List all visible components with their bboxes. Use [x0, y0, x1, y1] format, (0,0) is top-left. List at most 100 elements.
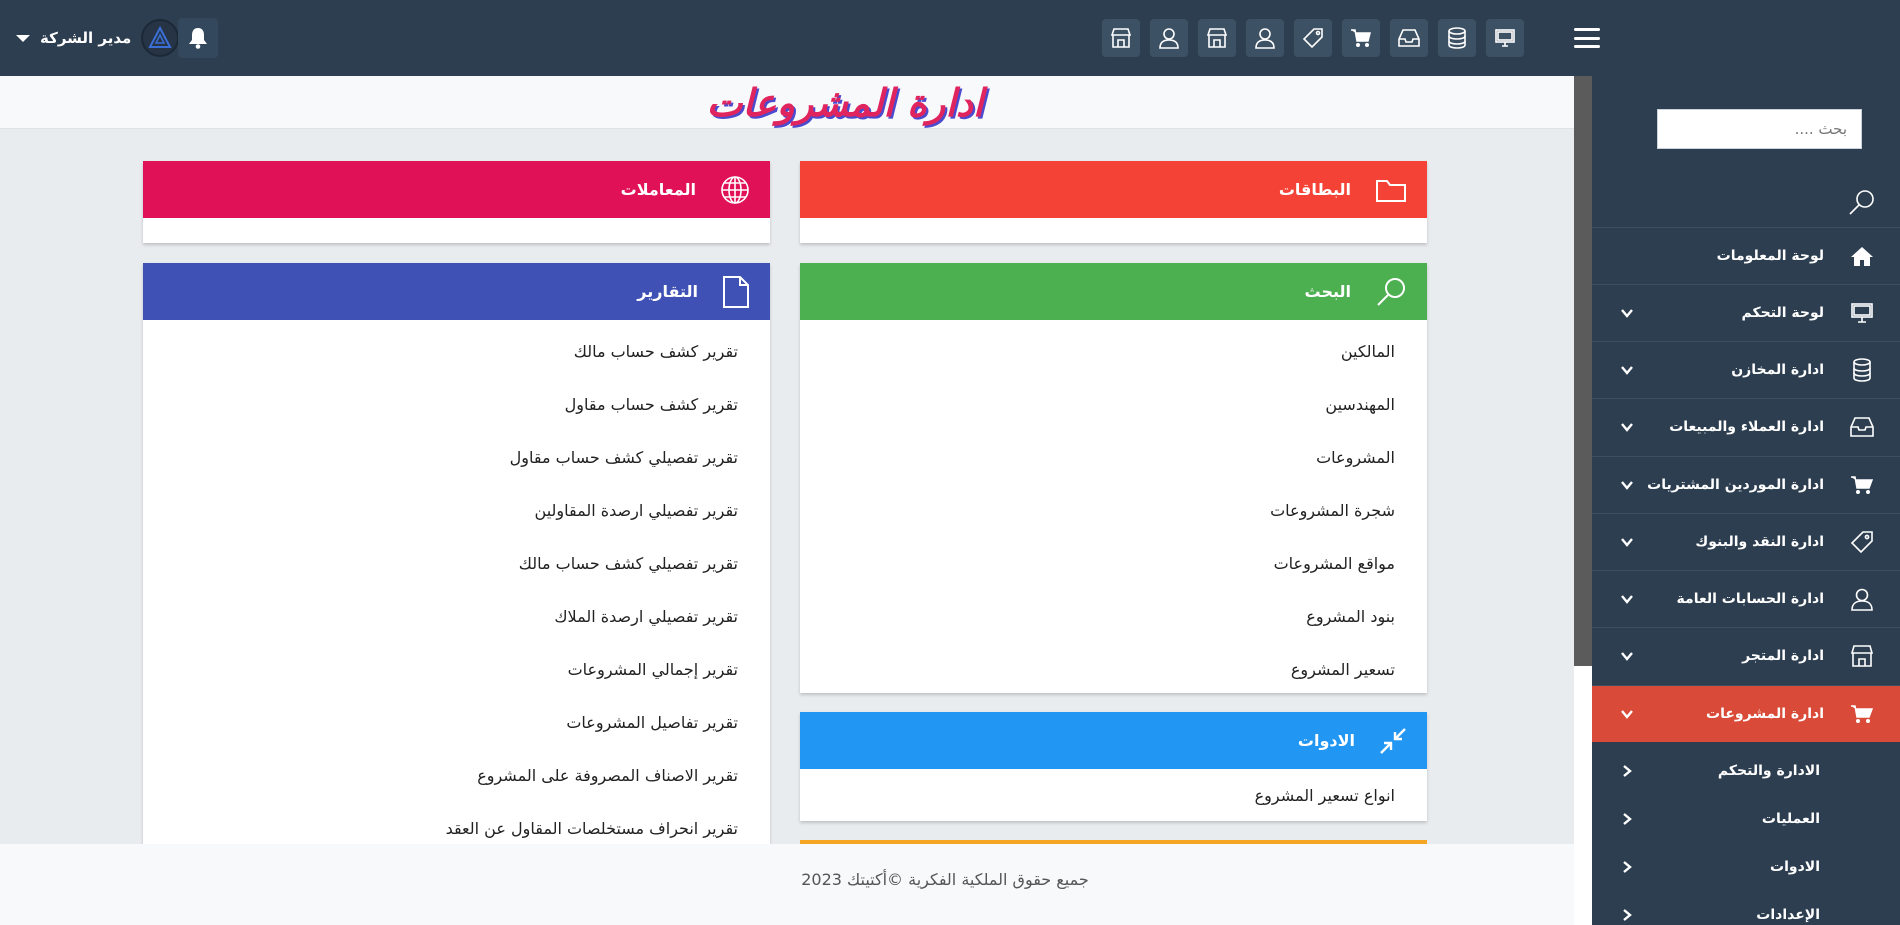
sidebar-item-label: ادارة الموردين المشتريات — [1647, 477, 1824, 493]
monitor-icon — [1495, 29, 1515, 47]
reports-panel-header[interactable]: التقارير — [143, 263, 770, 320]
sidebar-item-label: ادارة العملاء والمبيعات — [1669, 419, 1824, 435]
search-link-project-pricing[interactable]: تسعير المشروع — [800, 643, 1395, 693]
sidebar-item-customers-sales[interactable]: ادارة العملاء والمبيعات — [1592, 398, 1900, 455]
report-link[interactable]: تقرير كشف حساب مالك — [143, 325, 738, 378]
search-link-owners[interactable]: المالكين — [800, 325, 1395, 378]
document-icon — [723, 275, 749, 308]
page-title-bar: ادارة المشروعات — [0, 76, 1574, 129]
chevron-right-icon — [1623, 861, 1632, 873]
report-link[interactable]: تقرير إجمالي المشروعات — [143, 643, 738, 696]
toolbar-inbox-button[interactable] — [1390, 19, 1428, 57]
sidebar-item-label: ادارة الحسابات العامة — [1676, 591, 1824, 607]
sidebar-subitem-admin-control[interactable]: الادارة والتحكم — [1592, 747, 1900, 795]
sidebar-item-label: لوحة المعلومات — [1716, 248, 1824, 264]
sidebar-search-input[interactable] — [1657, 109, 1862, 149]
toolbar-store-button-2[interactable] — [1198, 19, 1236, 57]
report-link[interactable]: تقرير انحراف مستخلصات المقاول عن العقد — [143, 802, 738, 844]
avatar[interactable] — [141, 19, 180, 57]
reports-list: تقرير كشف حساب مالك تقرير كشف حساب مقاول… — [143, 320, 770, 844]
chevron-down-icon — [1621, 481, 1633, 490]
sidebar-subitem-label: الادوات — [1770, 859, 1820, 875]
folder-icon — [1376, 179, 1406, 202]
toolbar-user-button[interactable] — [1150, 19, 1188, 57]
content-scrollbar-thumb[interactable] — [1574, 76, 1592, 666]
search-panel-header[interactable]: البحث — [800, 263, 1427, 320]
sidebar-subitem-label: الإعدادات — [1756, 907, 1820, 923]
tag-icon — [1848, 528, 1876, 556]
chevron-down-icon — [1621, 309, 1633, 318]
transactions-panel-header[interactable]: المعاملات — [143, 161, 770, 218]
database-icon — [1848, 356, 1876, 384]
page-title: ادارة المشروعات — [706, 80, 984, 125]
cards-panel-header[interactable]: البطاقات — [800, 161, 1427, 218]
sidebar-item-general-accounts[interactable]: ادارة الحسابات العامة — [1592, 570, 1900, 627]
user-menu[interactable]: مدير الشركة — [16, 18, 180, 58]
sidebar-subitem-label: العمليات — [1761, 811, 1820, 827]
store-icon — [1206, 28, 1228, 48]
report-link[interactable]: تقرير كشف حساب مقاول — [143, 378, 738, 431]
search-icon — [1377, 277, 1405, 306]
tag-icon — [1302, 28, 1323, 49]
report-link[interactable]: تقرير تفصيلي كشف حساب مالك — [143, 537, 738, 590]
store-icon — [1848, 642, 1876, 670]
tools-panel-header[interactable]: الادوات — [800, 712, 1427, 769]
chevron-down-icon — [1621, 595, 1633, 604]
monitor-icon — [1848, 299, 1876, 327]
user-name[interactable]: مدير الشركة — [40, 29, 131, 47]
sidebar-item-projects[interactable]: ادارة المشروعات — [1592, 685, 1900, 742]
search-link-projects[interactable]: المشروعات — [800, 431, 1395, 484]
report-link[interactable]: تقرير تفصيلي كشف حساب مقاول — [143, 431, 738, 484]
caret-down-icon[interactable] — [16, 34, 30, 42]
report-link[interactable]: تقرير تفصيلي ارصدة الملاك — [143, 590, 738, 643]
reports-panel: التقارير تقرير كشف حساب مالك تقرير كشف ح… — [143, 263, 770, 844]
chevron-down-icon — [1621, 652, 1633, 661]
sidebar-item-label: ادارة المشروعات — [1706, 706, 1824, 722]
tools-link-pricing-types[interactable]: انواع تسعير المشروع — [800, 769, 1395, 821]
menu-toggle-button[interactable] — [1574, 28, 1600, 48]
sidebar-item-control-panel[interactable]: لوحة التحكم — [1592, 284, 1900, 341]
user-icon — [1255, 28, 1275, 49]
sidebar-item-cash-banks[interactable]: ادارة النقد والبنوك — [1592, 513, 1900, 570]
sidebar-item-store[interactable]: ادارة المتجر — [1592, 627, 1900, 684]
sidebar-item-label: لوحة التحكم — [1741, 305, 1824, 321]
sidebar-item-warehouses[interactable]: ادارة المخازن — [1592, 341, 1900, 398]
search-link-project-tree[interactable]: شجرة المشروعات — [800, 484, 1395, 537]
chevron-down-icon — [1621, 423, 1633, 432]
toolbar-cart-button[interactable] — [1342, 19, 1380, 57]
bell-icon — [189, 28, 207, 49]
compress-icon — [1380, 727, 1406, 754]
report-link[interactable]: تقرير الاصناف المصروفة على المشروع — [143, 749, 738, 802]
tools-panel: الادوات انواع تسعير المشروع — [800, 712, 1427, 821]
inbox-icon — [1848, 413, 1876, 441]
search-link-project-items[interactable]: بنود المشروع — [800, 590, 1395, 643]
sidebar-item-suppliers-purchases[interactable]: ادارة الموردين المشتريات — [1592, 456, 1900, 513]
toolbar-user-button-2[interactable] — [1246, 19, 1284, 57]
cart-icon — [1848, 700, 1876, 728]
sidebar-subitem-settings[interactable]: الإعدادات — [1592, 891, 1900, 925]
toolbar-monitor-button[interactable] — [1486, 19, 1524, 57]
sidebar-item-dashboard[interactable]: لوحة المعلومات — [1592, 227, 1900, 284]
search-icon[interactable] — [1848, 188, 1876, 216]
search-panel-title: البحث — [1304, 282, 1352, 301]
chevron-right-icon — [1623, 813, 1632, 825]
report-link[interactable]: تقرير تفاصيل المشروعات — [143, 696, 738, 749]
search-link-project-sites[interactable]: مواقع المشروعات — [800, 537, 1395, 590]
cart-icon — [1848, 471, 1876, 499]
tools-list: انواع تسعير المشروع — [800, 769, 1427, 821]
transactions-panel: المعاملات — [143, 161, 770, 243]
store-icon — [1110, 28, 1132, 48]
user-icon — [1848, 585, 1876, 613]
sidebar-item-label: ادارة النقد والبنوك — [1695, 534, 1824, 550]
top-bar: مدير الشركة — [0, 0, 1900, 76]
toolbar-store-button[interactable] — [1102, 19, 1140, 57]
toolbar-tag-button[interactable] — [1294, 19, 1332, 57]
cart-icon — [1351, 29, 1371, 47]
notifications-button[interactable] — [178, 18, 218, 58]
sidebar-subitem-tools[interactable]: الادوات — [1592, 843, 1900, 891]
report-link[interactable]: تقرير تفصيلي ارصدة المقاولين — [143, 484, 738, 537]
sidebar-subitem-operations[interactable]: العمليات — [1592, 795, 1900, 843]
cards-panel: البطاقات — [800, 161, 1427, 243]
toolbar-database-button[interactable] — [1438, 19, 1476, 57]
search-link-engineers[interactable]: المهندسين — [800, 378, 1395, 431]
